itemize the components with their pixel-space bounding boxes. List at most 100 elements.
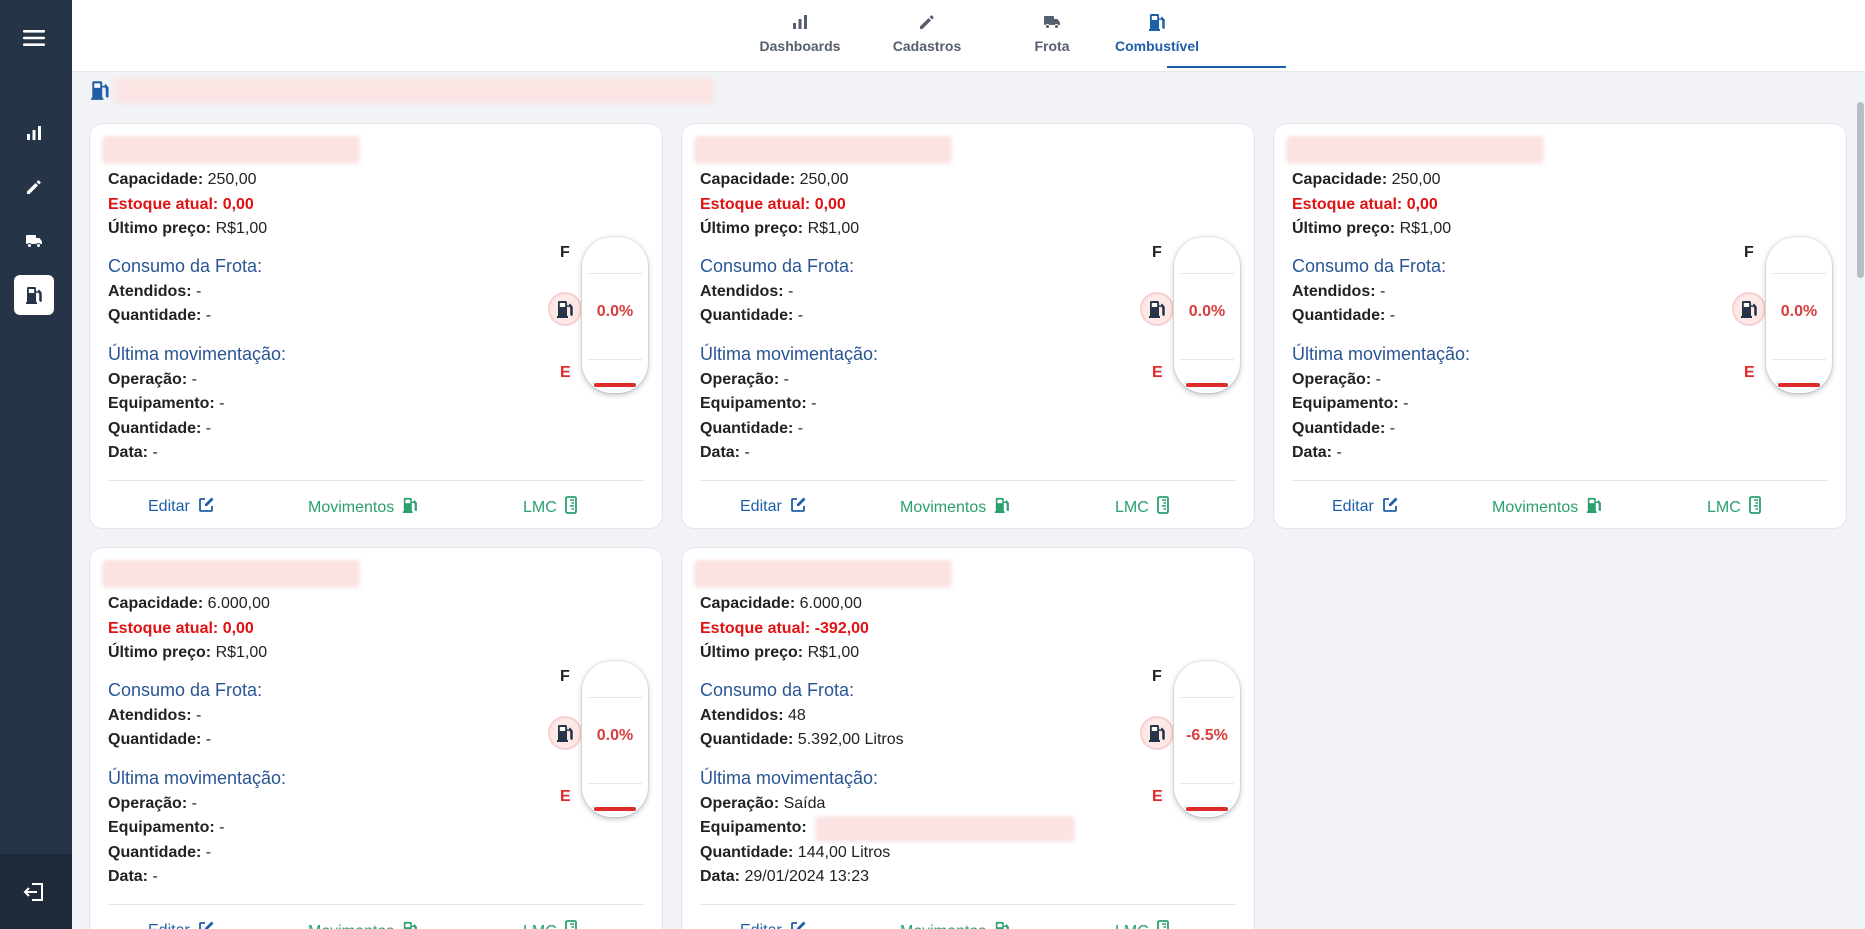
estoque-value: 0,00: [814, 195, 846, 213]
edit-button[interactable]: Editar: [148, 920, 215, 929]
mov-quantidade-label: Quantidade:: [108, 419, 202, 437]
data-value: -: [152, 444, 158, 461]
sidebar-pencil-icon[interactable]: [14, 167, 54, 207]
capacidade-row: Capacidade: 250,00: [1292, 168, 1470, 193]
mov-quantidade-row: Quantidade: -: [108, 841, 286, 866]
atendidos-row: Atendidos: -: [1292, 280, 1470, 305]
estoque-label: Estoque atual:: [108, 195, 219, 213]
logout-area: [0, 854, 72, 929]
capacidade-label: Capacidade:: [108, 595, 204, 612]
edit-button[interactable]: Editar: [740, 920, 807, 929]
atendidos-label: Atendidos:: [700, 706, 784, 724]
edit-icon: [790, 920, 807, 929]
edit-button-label: Editar: [148, 922, 190, 929]
sidebar-dashboards-icon[interactable]: [14, 113, 54, 153]
capacidade-label: Capacidade:: [1292, 171, 1388, 188]
gauge-full-label: F: [1152, 244, 1162, 261]
estoque-row: Estoque atual: 0,00: [700, 193, 878, 218]
lmc-button[interactable]: LMC: [1115, 496, 1169, 519]
tab-cadastros[interactable]: Cadastros: [872, 10, 982, 68]
gauge-full-label: F: [560, 668, 570, 685]
movimentos-button[interactable]: Movimentos: [308, 920, 418, 929]
consumo-heading: Consumo da Frota:: [108, 679, 263, 700]
operacao-row: Operação: -: [108, 368, 286, 393]
capacidade-row: Capacidade: 250,00: [108, 168, 286, 193]
edit-button-label: Editar: [1332, 498, 1374, 515]
consumo-heading: Consumo da Frota:: [700, 679, 855, 700]
logout-icon[interactable]: [14, 872, 54, 912]
gauge-tick: [1180, 697, 1234, 698]
edit-button[interactable]: Editar: [148, 496, 215, 518]
gauge-tick: [1180, 783, 1234, 784]
atendidos-label: Atendidos:: [700, 282, 784, 300]
tank-name-redacted: [694, 136, 952, 164]
preco-value: R$1,00: [807, 220, 860, 237]
mov-quantidade-value: -: [797, 419, 804, 437]
preco-value: R$1,00: [215, 644, 268, 661]
tank-name-redacted: [694, 560, 952, 588]
capacidade-row: Capacidade: 250,00: [700, 168, 878, 193]
scrollbar-thumb[interactable]: [1857, 102, 1864, 278]
tank-info: Capacidade: 250,00 Estoque atual: 0,00 Ú…: [700, 168, 878, 466]
gauge-empty-label: E: [1744, 364, 1755, 381]
lmc-button[interactable]: LMC: [523, 496, 577, 519]
sidebar-truck-icon[interactable]: [14, 221, 54, 261]
tab-dashboards[interactable]: Dashboards: [745, 10, 855, 68]
capacidade-label: Capacidade:: [108, 171, 204, 188]
equipamento-label: Equipamento:: [700, 395, 807, 412]
tab-combustivel[interactable]: Combustível: [1102, 10, 1212, 68]
sidebar-fuel-pump-icon[interactable]: [14, 275, 54, 315]
gauge-tick: [588, 783, 642, 784]
edit-button[interactable]: Editar: [1332, 496, 1399, 518]
ultima-mov-heading: Última movimentação:: [700, 343, 879, 364]
edit-button-label: Editar: [148, 498, 190, 515]
movimentos-button[interactable]: Movimentos: [900, 496, 1010, 519]
movimentos-button[interactable]: Movimentos: [1492, 496, 1602, 519]
data-row: Data: -: [700, 441, 878, 466]
lmc-button[interactable]: LMC: [1707, 496, 1761, 519]
gauge-percentage: 0.0%: [1188, 303, 1226, 320]
mov-quantidade-row: Quantidade: 144,00 Litros: [700, 841, 904, 866]
gauge-percentage: 0.0%: [1780, 303, 1818, 320]
preco-label: Último preço:: [108, 220, 212, 237]
capacidade-value: 6.000,00: [799, 595, 862, 612]
ultima-mov-heading: Última movimentação:: [108, 767, 287, 788]
data-row: Data: -: [108, 441, 286, 466]
preco-row: Último preço: R$1,00: [108, 217, 286, 242]
equipamento-label: Equipamento:: [108, 819, 215, 836]
capacidade-value: 250,00: [207, 171, 257, 188]
quantidade-value: -: [1389, 307, 1396, 324]
lmc-button[interactable]: LMC: [1115, 920, 1169, 929]
bar-chart-icon: [792, 10, 808, 34]
preco-row: Último preço: R$1,00: [700, 217, 878, 242]
tab-frota[interactable]: Frota: [1017, 10, 1087, 68]
gauge-tick: [588, 273, 642, 274]
gauge-full-label: F: [1744, 244, 1754, 261]
movimentos-button[interactable]: Movimentos: [308, 496, 418, 519]
equipamento-row: Equipamento: -: [1292, 392, 1470, 417]
gauge-tick: [588, 359, 642, 360]
quantidade-row: Quantidade: -: [1292, 304, 1470, 329]
menu-icon[interactable]: [14, 18, 54, 58]
lmc-button[interactable]: LMC: [523, 920, 577, 929]
fuel-level-gauge: 0.0%: [1766, 237, 1832, 393]
atendidos-row: Atendidos: -: [700, 280, 878, 305]
data-value: -: [744, 444, 750, 461]
preco-label: Último preço:: [1292, 220, 1396, 237]
gauge-tick: [588, 697, 642, 698]
fuel-pump-icon: [548, 292, 582, 326]
estoque-value: 0,00: [1406, 195, 1438, 213]
operacao-value: -: [1375, 370, 1381, 388]
edit-icon: [1382, 496, 1399, 518]
gauge-fill: [1186, 807, 1228, 811]
preco-label: Último preço:: [700, 220, 804, 237]
movimentos-button[interactable]: Movimentos: [900, 920, 1010, 929]
capacidade-label: Capacidade:: [700, 595, 796, 612]
atendidos-label: Atendidos:: [108, 706, 192, 724]
fuel-pump-icon: [1732, 292, 1766, 326]
data-row: Data: -: [1292, 441, 1470, 466]
edit-button[interactable]: Editar: [740, 496, 807, 518]
tank-name-redacted: [102, 560, 360, 588]
quantidade-row: Quantidade: 5.392,00 Litros: [700, 728, 904, 753]
tank-card: Capacidade: 6.000,00 Estoque atual: 0,00…: [89, 547, 663, 929]
